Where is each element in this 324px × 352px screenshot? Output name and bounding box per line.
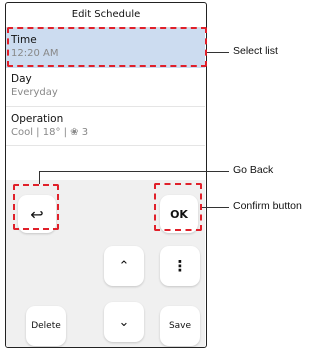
confirm-callout: Confirm button (233, 200, 302, 212)
list-item-value: Everyday (11, 87, 58, 98)
confirm-leader (202, 207, 229, 208)
down-button[interactable]: ⌄ (104, 302, 144, 342)
chevron-down-icon: ⌄ (118, 314, 130, 330)
up-button[interactable]: ⌃ (104, 246, 144, 286)
list-item-value: Cool | 18° | ❀ 3 (11, 127, 89, 138)
screen-title: Edit Schedule (6, 3, 206, 28)
go-back-leader-h (39, 171, 229, 172)
list-item-day[interactable]: Day Everyday (6, 69, 205, 107)
select-list-callout: Select list (233, 45, 278, 57)
go-back-highlight (13, 184, 59, 230)
list-item-label: Operation (11, 113, 64, 125)
list-item-operation[interactable]: Operation Cool | 18° | ❀ 3 (6, 108, 205, 146)
delete-button[interactable]: Delete (26, 306, 66, 346)
ok-highlight (154, 183, 202, 231)
select-list-highlight (7, 27, 207, 67)
chevron-up-icon: ⌃ (118, 258, 130, 274)
go-back-callout: Go Back (233, 164, 274, 176)
save-button[interactable]: Save (160, 306, 200, 346)
go-back-leader-v (39, 171, 40, 184)
more-vertical-icon: ⋮ (172, 257, 188, 275)
select-list-leader (207, 52, 229, 53)
list-item-label: Day (11, 73, 32, 85)
more-button[interactable]: ⋮ (160, 246, 200, 286)
